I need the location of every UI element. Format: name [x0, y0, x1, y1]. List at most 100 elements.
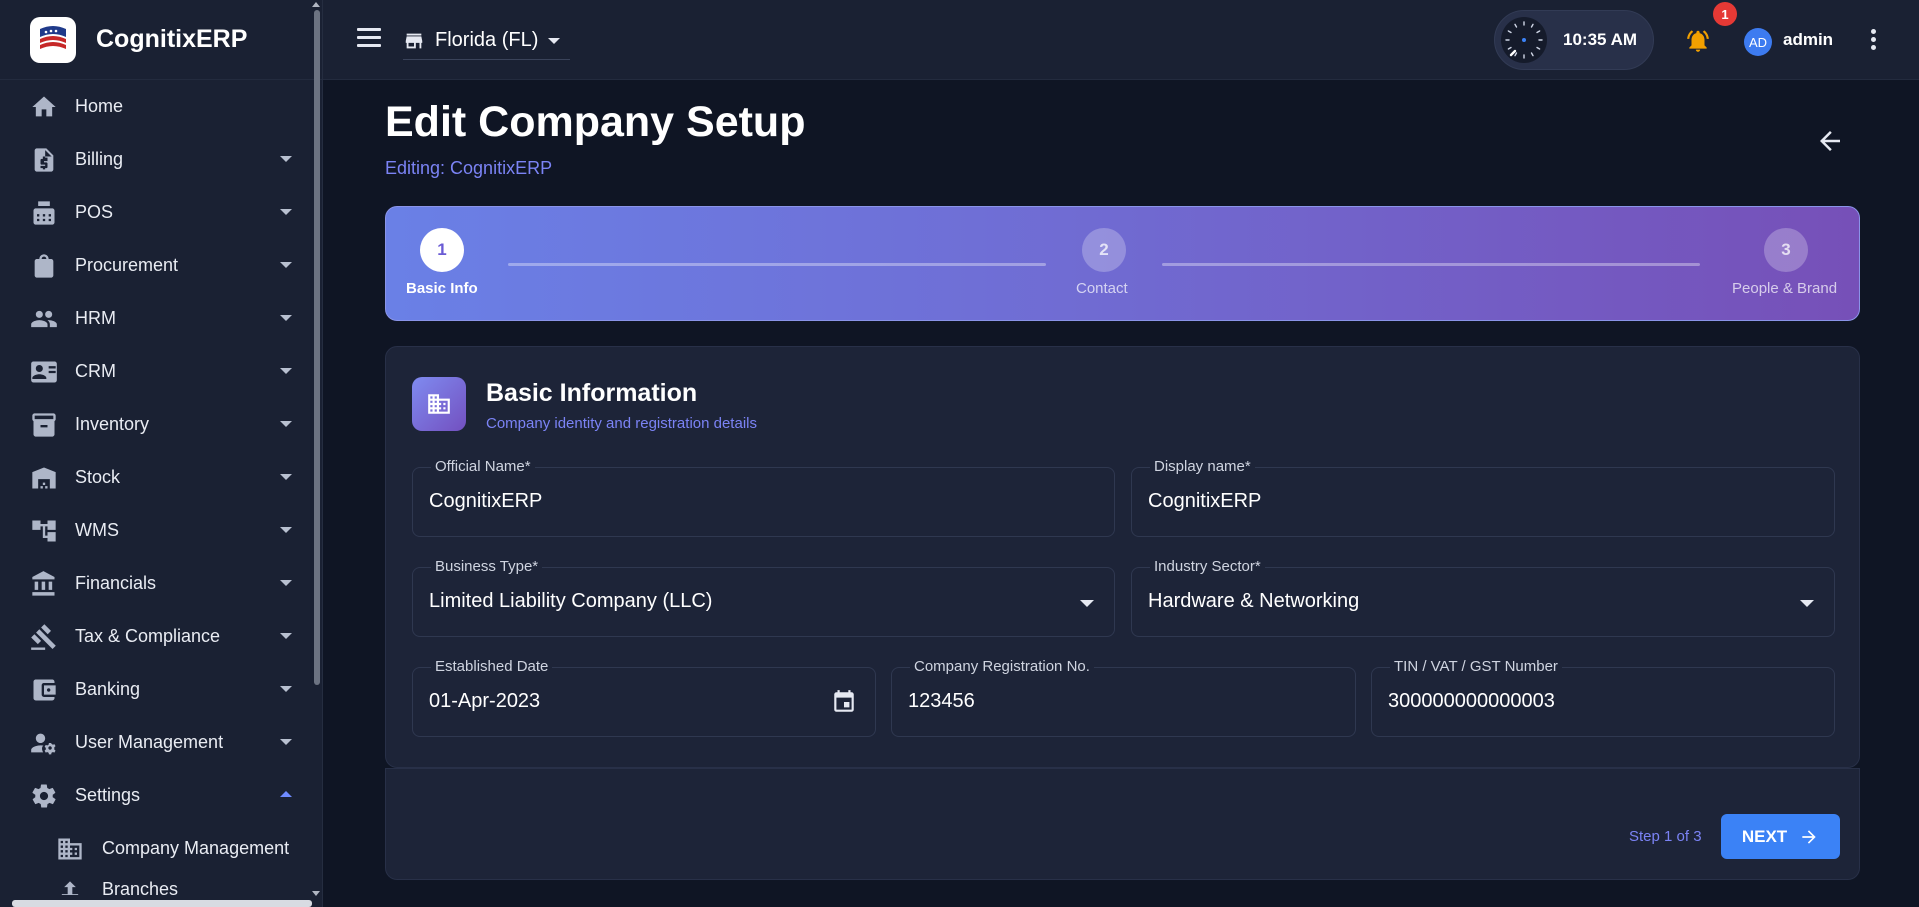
business-type-select[interactable]: Business Type* Limited Liability Company…: [412, 558, 1115, 637]
store-selector[interactable]: Florida (FL): [403, 22, 571, 60]
sidebar-item-financials[interactable]: Financials: [0, 557, 315, 610]
sidebar-header: CognitixERP: [0, 0, 322, 80]
chevron-down-icon: [280, 262, 292, 268]
registration-number-field[interactable]: Company Registration No. 123456: [891, 658, 1356, 737]
username[interactable]: admin: [1783, 30, 1833, 50]
sidebar-item-settings[interactable]: Settings: [0, 769, 315, 822]
sidebar-item-label: Banking: [75, 679, 141, 699]
menu-toggle-button[interactable]: [357, 28, 381, 48]
hamburger-line: [357, 36, 381, 39]
established-date-field[interactable]: Established Date 01-Apr-2023: [412, 658, 876, 737]
sidebar-item-banking[interactable]: Banking: [0, 663, 315, 716]
wizard-footer: Step 1 of 3 NEXT: [385, 768, 1860, 880]
business-type-label: Business Type*: [431, 558, 543, 575]
tin-vat-gst-value: 300000000000003: [1388, 690, 1555, 712]
brand-name: CognitixERP: [96, 25, 248, 53]
gear-icon: [30, 782, 58, 810]
step-1-circle[interactable]: 1: [420, 228, 464, 272]
dropdown-arrow-icon: [1800, 600, 1814, 607]
chevron-down-icon: [280, 315, 292, 321]
official-name-value: CognitixERP: [429, 490, 543, 512]
registration-number-value: 123456: [908, 690, 975, 712]
kebab-dot: [1871, 29, 1876, 34]
sidebar-horizontal-scrollbar[interactable]: [12, 900, 312, 907]
sidebar-item-label: Financials: [75, 573, 157, 593]
sidebar-item-inventory[interactable]: Inventory: [0, 398, 315, 451]
step-3-circle[interactable]: 3: [1764, 228, 1808, 272]
next-button-label: NEXT: [1741, 826, 1788, 846]
sidebar-item-user-management[interactable]: User Management: [0, 716, 315, 769]
calendar-icon[interactable]: [831, 689, 857, 715]
sidebar-item-label: Home: [75, 96, 124, 116]
chevron-down-icon: [280, 209, 292, 215]
dropdown-arrow-icon: [1080, 600, 1094, 607]
industry-sector-value: Hardware & Networking: [1148, 590, 1360, 612]
chevron-down-icon: [280, 633, 292, 639]
clock-icon: [1501, 17, 1547, 63]
sidebar-item-label: HRM: [75, 308, 116, 328]
sidebar-item-label: Billing: [75, 149, 124, 169]
back-arrow-icon[interactable]: [1815, 126, 1845, 156]
notification-bell-icon[interactable]: [1685, 28, 1711, 54]
step-connector: [508, 263, 1046, 266]
sidebar-item-hrm[interactable]: HRM: [0, 292, 315, 345]
avatar[interactable]: AD: [1744, 28, 1772, 56]
step-connector: [1162, 263, 1700, 266]
industry-sector-label: Industry Sector*: [1150, 558, 1265, 575]
sidebar-item-label: Settings: [75, 785, 141, 805]
bank-icon: [30, 570, 58, 598]
brand-logo[interactable]: [30, 16, 76, 63]
cash-register-icon: [30, 199, 58, 227]
page-subtitle: Editing: CognitixERP: [385, 158, 553, 178]
sidebar-item-pos[interactable]: POS: [0, 186, 315, 239]
step-1-label: Basic Info: [406, 280, 478, 297]
sidebar-item-procurement[interactable]: Procurement: [0, 239, 315, 292]
established-date-value: 01-Apr-2023: [429, 690, 541, 712]
sidebar-item-label: Branches: [102, 879, 179, 895]
registration-number-label: Company Registration No.: [910, 658, 1094, 675]
page-title: Edit Company Setup: [385, 98, 806, 146]
notification-count-badge: 1: [1713, 2, 1737, 26]
sidebar-item-tax-compliance[interactable]: Tax & Compliance: [0, 610, 315, 663]
step-3-label: People & Brand: [1732, 280, 1838, 297]
kebab-dot: [1871, 45, 1876, 50]
sidebar-item-label: Inventory: [75, 414, 150, 434]
topbar: Florida (FL) 10:35 AM 1 AD admin: [323, 0, 1919, 80]
sidebar-item-label: Stock: [75, 467, 121, 487]
branch-icon: [56, 879, 84, 895]
more-options-icon[interactable]: [1871, 29, 1877, 51]
tin-vat-gst-field[interactable]: TIN / VAT / GST Number 300000000000003: [1371, 658, 1835, 737]
tin-vat-gst-label: TIN / VAT / GST Number: [1390, 658, 1562, 675]
chevron-down-icon: [280, 739, 292, 745]
sidebar-subitem-company-management[interactable]: Company Management: [0, 822, 315, 875]
industry-sector-select[interactable]: Industry Sector* Hardware & Networking: [1131, 558, 1835, 637]
step-2-circle[interactable]: 2: [1082, 228, 1126, 272]
arrow-right-icon: [1802, 829, 1816, 844]
sidebar-scrollbar[interactable]: [314, 10, 320, 685]
scroll-up-arrow-icon[interactable]: [312, 2, 320, 7]
sidebar-item-crm[interactable]: CRM: [0, 345, 315, 398]
business-type-value: Limited Liability Company (LLC): [429, 590, 713, 612]
chevron-down-icon: [280, 580, 292, 586]
clock-time: 10:35 AM: [1563, 30, 1638, 49]
sidebar-item-wms[interactable]: WMS: [0, 504, 315, 557]
sidebar-item-home[interactable]: Home: [0, 80, 315, 133]
section-title: Basic Information: [486, 379, 698, 407]
sidebar-subitem-branches[interactable]: Branches: [0, 875, 315, 895]
chevron-down-icon: [280, 421, 292, 427]
sidebar-item-stock[interactable]: Stock: [0, 451, 315, 504]
contact-card-icon: [30, 358, 58, 386]
scroll-down-arrow-icon[interactable]: [312, 891, 320, 896]
sidebar-item-billing[interactable]: Billing: [0, 133, 315, 186]
official-name-field[interactable]: Official Name* CognitixERP: [412, 458, 1115, 537]
sidebar-item-label: WMS: [75, 520, 119, 540]
display-name-field[interactable]: Display name* CognitixERP: [1131, 458, 1835, 537]
sidebar-nav: Home Billing POS Procurement HRM CRM Inv…: [0, 80, 315, 895]
chevron-down-icon: [280, 474, 292, 480]
chevron-up-icon: [280, 791, 292, 797]
home-icon: [30, 93, 58, 121]
official-name-label: Official Name*: [431, 458, 535, 475]
shopping-bag-icon: [30, 252, 58, 280]
next-button[interactable]: NEXT: [1721, 814, 1840, 859]
sidebar-item-label: Procurement: [75, 255, 179, 275]
